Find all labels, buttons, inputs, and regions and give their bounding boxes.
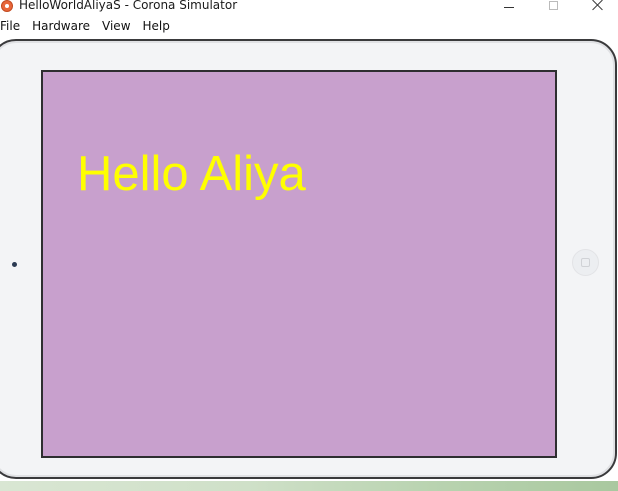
menu-help[interactable]: Help [137,16,176,36]
close-icon [592,0,604,11]
menu-view[interactable]: View [96,16,136,36]
maximize-button[interactable] [530,0,576,14]
minimize-button[interactable] [486,0,532,14]
device-screen[interactable]: Hello Aliya [41,70,557,458]
home-button[interactable] [572,249,599,276]
home-button-icon [581,258,590,267]
camera-icon [12,262,17,267]
maximize-icon [548,0,558,10]
menu-hardware[interactable]: Hardware [26,16,96,36]
title-bar[interactable]: HelloWorldAliyaS - Corona Simulator [0,0,618,15]
hello-text: Hello Aliya [77,147,306,201]
menu-bar: File Hardware View Help [0,16,618,36]
close-button[interactable] [575,0,618,14]
corona-logo-icon [1,0,13,12]
simulator-window: HelloWorldAliyaS - Corona Simulator File… [0,0,618,491]
desktop-background-strip [0,481,618,491]
simulator-area: Hello Aliya [0,37,618,491]
window-title: HelloWorldAliyaS - Corona Simulator [19,0,238,12]
menu-file[interactable]: File [0,16,26,36]
minimize-icon [504,6,514,8]
ipad-device-frame: Hello Aliya [0,39,617,479]
